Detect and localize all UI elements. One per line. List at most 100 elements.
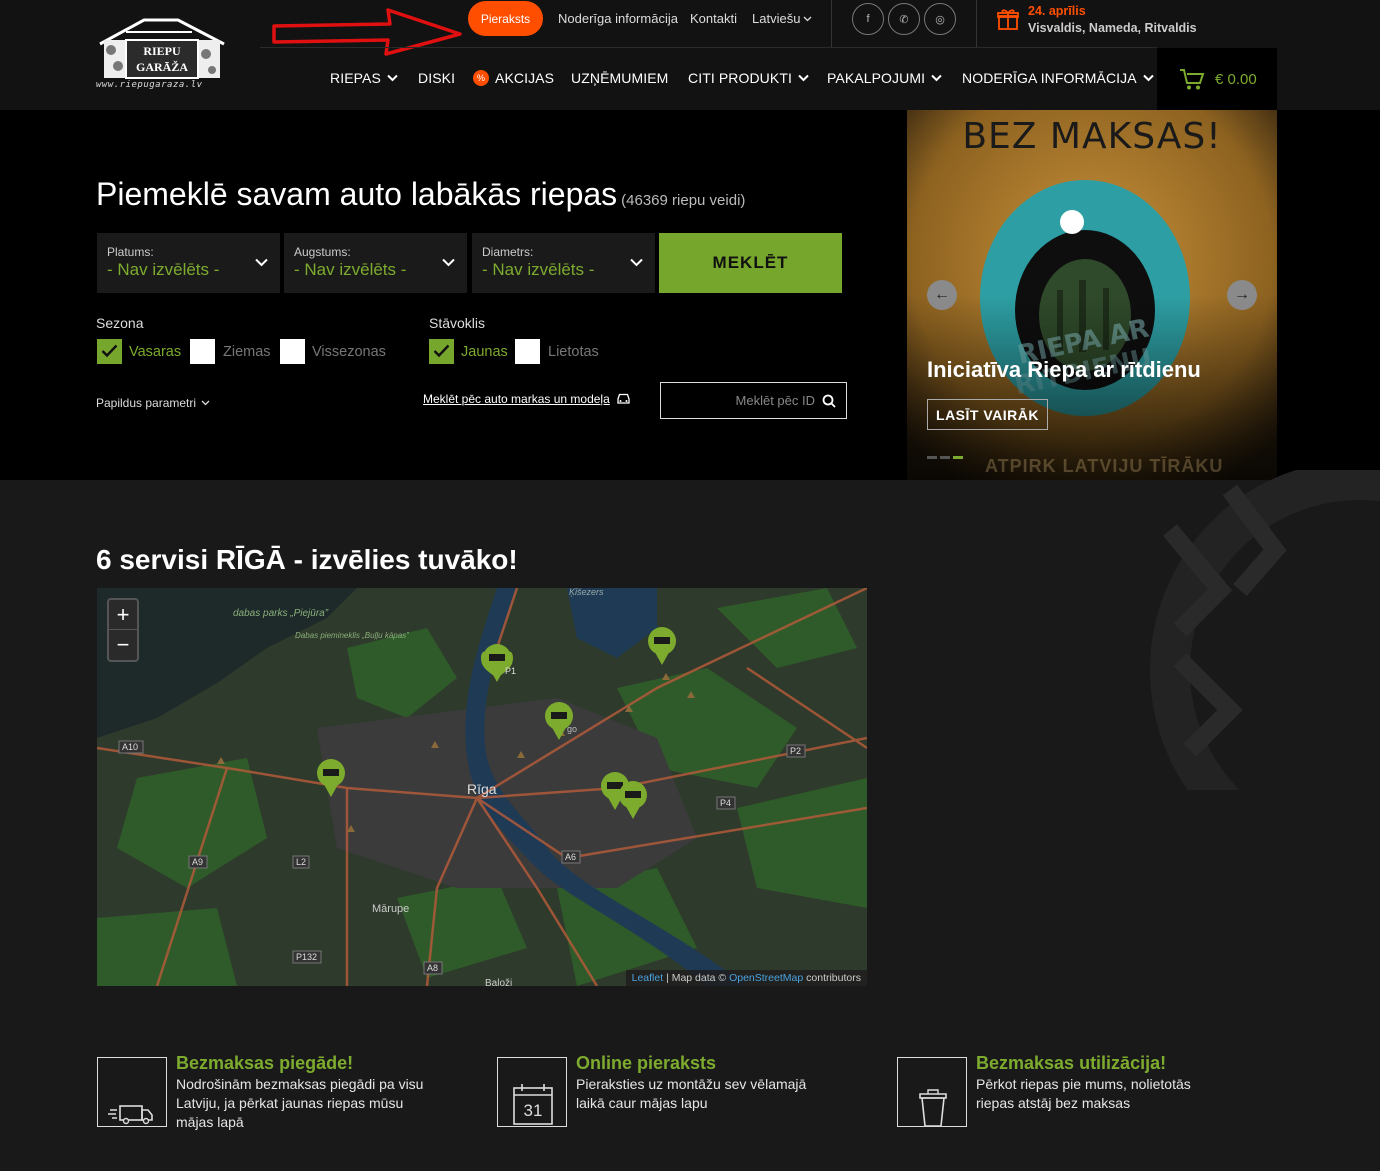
- condition-new-label[interactable]: Jaunas: [461, 344, 508, 360]
- delivery-truck-icon: [97, 1057, 167, 1127]
- nav-services[interactable]: PAKALPOJUMI: [827, 70, 942, 86]
- read-more-button[interactable]: LASĪT VAIRĀK: [927, 399, 1048, 430]
- season-allseason-label[interactable]: Vissezonas: [312, 344, 386, 360]
- carousel-next-button[interactable]: →: [1227, 280, 1257, 310]
- id-search-placeholder: Meklēt pēc ID: [735, 393, 815, 408]
- nameday-names: Visvaldis, Nameda, Ritvaldis: [1028, 21, 1197, 35]
- calendar-day: 31: [524, 1101, 543, 1120]
- calendar-icon: 31: [497, 1057, 567, 1127]
- cart-button[interactable]: € 0.00: [1157, 48, 1277, 110]
- feature-text: Pērkot riepas pie mums, nolietotās riepa…: [976, 1076, 1191, 1111]
- extra-params-toggle[interactable]: Papildus parametri: [96, 396, 210, 410]
- extra-params-label: Papildus parametri: [96, 396, 197, 410]
- logo-url: www.riepugaraza.lv: [96, 80, 203, 90]
- zoom-out-button[interactable]: −: [109, 630, 137, 660]
- select-label: Diametrs:: [482, 245, 534, 259]
- promo-headline: BEZ MAKSAS!: [962, 116, 1222, 157]
- services-map[interactable]: Rīga Mārupe Baloži Ķīšezers dabas parks …: [97, 588, 867, 986]
- tire-decoration-icon: [1150, 470, 1380, 790]
- zoom-in-button[interactable]: +: [109, 600, 137, 630]
- season-winter-checkbox[interactable]: [190, 339, 215, 364]
- nav-label: DISKI: [418, 70, 456, 86]
- language-selector[interactable]: Latviešu: [752, 11, 812, 26]
- carousel-dot[interactable]: [927, 456, 937, 459]
- tire-count: (46369 riepu veidi): [621, 192, 746, 209]
- nav-label: UZŅĒMUMIEM: [571, 70, 669, 86]
- carousel-dot-active[interactable]: [953, 456, 963, 459]
- map-zoom-control: + −: [107, 598, 139, 662]
- leaflet-link[interactable]: Leaflet: [632, 972, 664, 984]
- nav-useful-info[interactable]: NODERĪGA INFORMĀCIJA: [962, 70, 1154, 86]
- select-value: - Nav izvēlēts -: [294, 260, 407, 279]
- chevron-down-icon: [1142, 74, 1154, 82]
- season-label: Sezona: [96, 315, 144, 331]
- language-label: Latviešu: [752, 11, 801, 26]
- nav-tires[interactable]: RIEPAS: [330, 70, 398, 86]
- map-place-label: Mārupe: [372, 903, 409, 915]
- whatsapp-icon[interactable]: ✆: [888, 3, 920, 35]
- chevron-down-icon: [442, 258, 455, 267]
- id-search-input[interactable]: Meklēt pēc ID: [660, 382, 847, 419]
- feature-online-booking: 31 Online pieraksts Pieraksties uz montā…: [497, 1053, 877, 1129]
- hero-title-text: Piemeklē savam auto labākās riepas: [96, 176, 618, 212]
- nav-rims[interactable]: DISKI: [418, 70, 455, 86]
- width-select[interactable]: Platums: - Nav izvēlēts -: [97, 233, 280, 293]
- select-label: Augstums:: [294, 245, 351, 259]
- nav-other-products[interactable]: CITI PRODUKTI: [688, 70, 809, 86]
- promo-title: Iniciatīva Riepa ar rītdienu: [927, 357, 1201, 382]
- search-button[interactable]: MEKLĒT: [659, 233, 842, 293]
- height-select[interactable]: Augstums: - Nav izvēlēts -: [284, 233, 467, 293]
- useful-info-link[interactable]: Noderīga informācija: [558, 11, 678, 26]
- attribution-tail: contributors: [803, 972, 861, 984]
- diameter-select[interactable]: Diametrs: - Nav izvēlēts -: [472, 233, 655, 293]
- nav-sales[interactable]: % AKCIJAS: [473, 70, 554, 86]
- contacts-link[interactable]: Kontakti: [690, 11, 737, 26]
- map-place-label: Baloži: [485, 978, 512, 986]
- appointment-button[interactable]: Pieraksts: [468, 1, 543, 36]
- season-winter-label[interactable]: Ziemas: [223, 344, 271, 360]
- chevron-down-icon: [803, 16, 812, 21]
- logo-line-1: RIEPU: [143, 44, 181, 58]
- carousel-dot[interactable]: [940, 456, 950, 459]
- search-by-car-label: Meklēt pēc auto markas un modeļa: [423, 392, 610, 406]
- check-icon: [433, 344, 450, 358]
- condition-new-checkbox[interactable]: [429, 339, 454, 364]
- check-icon: [101, 344, 118, 358]
- facebook-icon[interactable]: f: [852, 3, 884, 35]
- select-value: - Nav izvēlēts -: [107, 260, 220, 279]
- season-summer-label[interactable]: Vasaras: [129, 344, 181, 360]
- feature-title: Online pieraksts: [576, 1053, 717, 1073]
- select-value: - Nav izvēlēts -: [482, 260, 595, 279]
- search-by-car-link[interactable]: Meklēt pēc auto markas un modeļa: [423, 392, 631, 406]
- promo-carousel: RIEPA AR RĪTDIENU BEZ MAKSAS! ← → Inicia…: [907, 110, 1277, 480]
- nameday-date: 24. aprīlis: [1028, 4, 1086, 18]
- map-place-label: Dabas piemineklis „Buļļu kāpas”: [295, 631, 409, 640]
- site-logo[interactable]: RIEPU GARĀŽA www.riepugaraza.lv: [96, 14, 228, 92]
- map-tiles: Rīga Mārupe Baloži Ķīšezers dabas parks …: [97, 588, 867, 986]
- feature-text: Nodrošinām bezmaksas piegādi pa visu Lat…: [176, 1076, 424, 1130]
- season-summer-checkbox[interactable]: [97, 339, 122, 364]
- trash-bin-icon: [897, 1057, 967, 1127]
- site-header: RIEPU GARĀŽA www.riepugaraza.lv Pierakst…: [0, 0, 1380, 110]
- condition-used-checkbox[interactable]: [515, 339, 540, 364]
- osm-link[interactable]: OpenStreetMap: [729, 972, 803, 984]
- map-place-label: Ķīšezers: [569, 588, 604, 597]
- season-allseason-checkbox[interactable]: [280, 339, 305, 364]
- map-attribution: Leaflet | Map data © OpenStreetMap contr…: [625, 970, 867, 986]
- feature-text: Pieraksties uz montāžu sev vēlamajā laik…: [576, 1076, 807, 1111]
- carousel-prev-button[interactable]: ←: [927, 280, 957, 310]
- map-place-label: go: [567, 724, 577, 734]
- nav-label: RIEPAS: [330, 70, 381, 86]
- feature-title: Bezmaksas utilizācija!: [976, 1053, 1167, 1073]
- select-label: Platums:: [107, 245, 154, 259]
- nav-business[interactable]: UZŅĒMUMIEM: [571, 70, 668, 86]
- nav-label: AKCIJAS: [495, 70, 555, 86]
- condition-used-label[interactable]: Lietotas: [548, 344, 599, 360]
- gift-icon: [997, 9, 1019, 30]
- nav-label: CITI PRODUKTI: [688, 70, 792, 86]
- divider: [976, 0, 977, 48]
- search-icon[interactable]: [822, 394, 836, 408]
- annotation-arrow-icon: [272, 8, 462, 56]
- instagram-icon[interactable]: ◎: [924, 3, 956, 35]
- road-label: A9: [192, 857, 203, 867]
